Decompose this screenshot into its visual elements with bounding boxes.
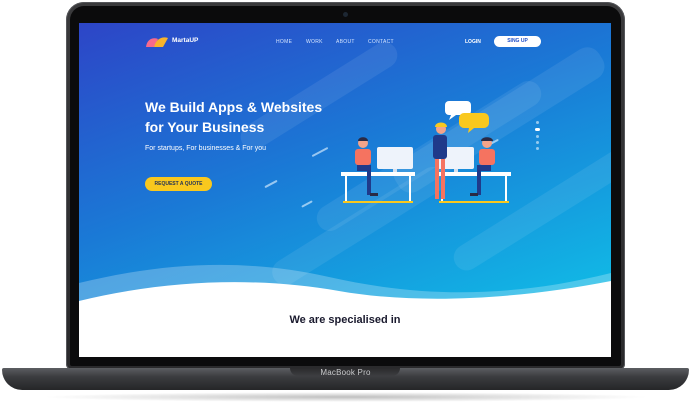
nav-contact[interactable]: CONTACT xyxy=(368,39,394,45)
nav-work[interactable]: WORK xyxy=(306,39,323,45)
nav-home[interactable]: HOME xyxy=(276,39,292,45)
speech-bubble-icon xyxy=(445,101,489,133)
slider-dot[interactable] xyxy=(536,121,539,124)
team-illustration xyxy=(341,101,511,203)
slider-dot-active[interactable] xyxy=(535,128,540,131)
slider-dot[interactable] xyxy=(536,147,539,150)
headline-line-2: for Your Business xyxy=(145,119,265,135)
login-link[interactable]: LOGIN xyxy=(465,39,481,45)
headline-line-1: We Build Apps & Websites xyxy=(145,99,323,115)
nav-about[interactable]: ABOUT xyxy=(336,39,355,45)
website-screen: MartaUP HOME WORK ABOUT CONTACT LOGIN SI… xyxy=(79,23,611,357)
slider-dot[interactable] xyxy=(536,141,539,144)
hero-headline: We Build Apps & Websites for Your Busine… xyxy=(145,97,365,137)
slider-dot[interactable] xyxy=(536,135,539,138)
desk-right xyxy=(437,172,511,203)
hero-subline: For startups, For businesses & For you xyxy=(145,145,266,152)
signup-button[interactable]: SING UP xyxy=(494,36,541,47)
hero-wave xyxy=(79,264,611,357)
brand-logo-icon[interactable] xyxy=(145,35,169,49)
model-label: MacBook Pro xyxy=(320,368,371,377)
person-left xyxy=(355,137,378,196)
section-title: We are specialised in xyxy=(289,314,401,326)
brand-name[interactable]: MartaUP xyxy=(172,37,198,44)
desk-left xyxy=(341,172,415,203)
laptop-shadow xyxy=(40,392,651,402)
camera-icon xyxy=(343,12,348,17)
monitor-icon xyxy=(377,147,413,172)
request-quote-button[interactable]: REQUEST A QUOTE xyxy=(145,177,212,191)
